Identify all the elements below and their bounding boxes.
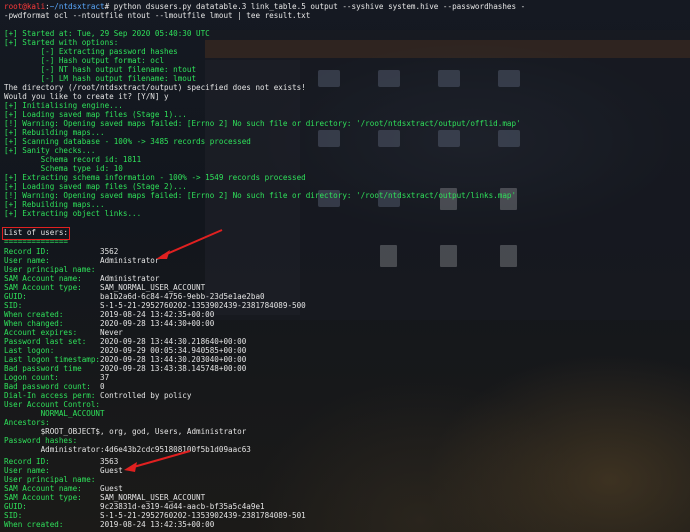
prompt-user: root@kali [4, 2, 46, 11]
prompt-path: ~/ntdsxtract [49, 2, 105, 11]
field-value: S-1-5-21-2952760202-1353902439-238178408… [100, 301, 306, 310]
progress-line: [+] Extracting object links... [4, 209, 142, 218]
arrow-shaft [129, 450, 191, 469]
field-value: SAM_NORMAL_USER_ACCOUNT [100, 283, 206, 292]
field-label: When created: [4, 520, 64, 529]
terminal-window[interactable]: root@kali:~/ntdsxtract# python dsusers.p… [0, 0, 690, 532]
field-value: 2019-08-24 13:42:35+00:00 [100, 520, 215, 529]
field-value: 2020-09-28 13:44:30.203040+00:00 [100, 355, 247, 364]
field-value: Guest [100, 484, 123, 493]
arrow-shaft [161, 229, 223, 257]
arrow-head [156, 250, 170, 259]
field-value: 2020-09-29 00:05:34.940585+00:00 [100, 346, 247, 355]
field-value: 37 [100, 373, 110, 382]
record-field: When created: 2019-08-24 13:42:35+00:00 [4, 520, 215, 530]
field-value: ba1b2a6d-6c84-4756-9ebb-23d5e1ae2ba0 [100, 292, 265, 301]
highlight-box [2, 227, 70, 240]
red-arrow-annotation-2 [124, 450, 191, 472]
field-value: 2020-09-28 13:44:30+00:00 [100, 319, 215, 328]
field-value: Never [100, 328, 123, 337]
field-value: 0 [100, 382, 105, 391]
field-value: 3562 [100, 247, 119, 256]
field-value: 3563 [100, 457, 119, 466]
field-value: 9c23831d-e319-4d44-aacb-bf35a5c4a9e1 [100, 502, 265, 511]
red-arrow-annotation-1 [156, 229, 223, 259]
field-value: 2019-08-24 13:42:35+00:00 [100, 310, 215, 319]
command-text: python dsusers.py datatable.3 link_table… [109, 2, 526, 11]
field-value: 2020-09-28 13:44:30.218640+00:00 [100, 337, 247, 346]
field-value: S-1-5-21-2952760202-1353902439-238178408… [100, 511, 306, 520]
field-value: Controlled by policy [100, 391, 192, 400]
arrow-head [124, 462, 137, 472]
command-continuation: -pwdformat ocl --ntoutfile ntout --lmout… [4, 11, 311, 20]
field-value: 2020-09-28 13:43:38.145748+00:00 [100, 364, 247, 373]
field-value: SAM_NORMAL_USER_ACCOUNT [100, 493, 206, 502]
field-value: Administrator [100, 274, 160, 283]
